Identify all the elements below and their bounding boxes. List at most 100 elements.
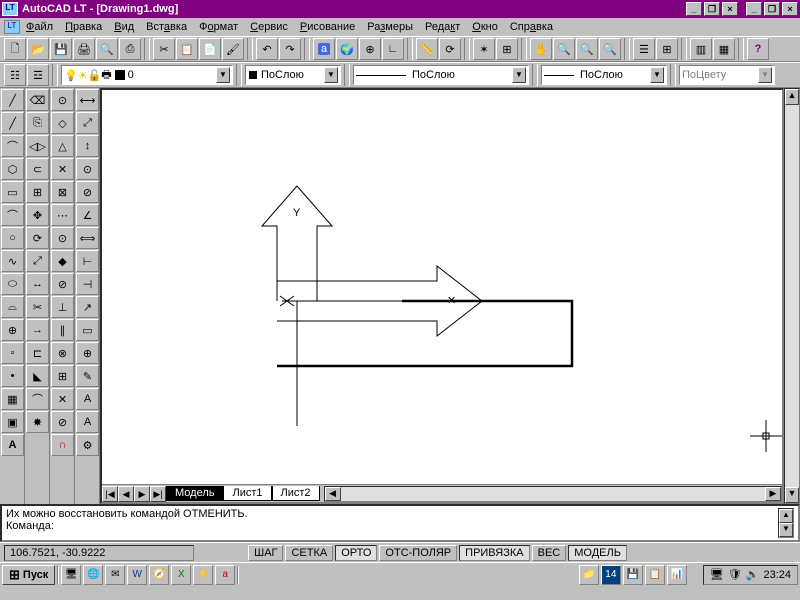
save-button[interactable]: 💾 <box>50 38 72 60</box>
color-dropdown[interactable]: ПоСлою ▼ <box>245 65 341 85</box>
scroll-up-button[interactable]: ▲ <box>785 89 799 105</box>
snapfrom-button[interactable]: ⊙ <box>51 89 74 111</box>
hatch-button[interactable]: ▦ <box>1 388 24 410</box>
nview-button[interactable]: ⊞ <box>496 38 518 60</box>
menu-help[interactable]: Справка <box>510 21 553 33</box>
task-app3[interactable]: 💾 <box>623 565 643 585</box>
osnap-button[interactable]: ⊕ <box>359 38 381 60</box>
intersect-button[interactable]: ✕ <box>51 158 74 180</box>
command-scrollbar[interactable]: ▲ ▼ <box>778 508 794 538</box>
region-button[interactable]: ▣ <box>1 411 24 433</box>
osettings-button[interactable]: ∩ <box>51 434 74 456</box>
copy-obj-button[interactable]: ⎘ <box>26 112 49 134</box>
dimtedit-button[interactable]: A <box>76 388 99 410</box>
doc-minimize-button[interactable]: _ <box>686 2 702 16</box>
dimcont-button[interactable]: ⊣ <box>76 273 99 295</box>
cmd-scroll-down[interactable]: ▼ <box>779 523 793 537</box>
offset-button[interactable]: ⊂ <box>26 158 49 180</box>
tab-sheet1[interactable]: Лист1 <box>223 486 271 501</box>
ortho-toggle[interactable]: ОРТО <box>335 545 377 561</box>
layer-manager-button[interactable]: ☷ <box>4 64 26 86</box>
quadrant-button[interactable]: ◆ <box>51 250 74 272</box>
menu-view[interactable]: Вид <box>114 21 134 33</box>
publish-button[interactable]: ⎙ <box>119 38 141 60</box>
dcenter-button[interactable]: ⊞ <box>656 38 678 60</box>
layer-dropdown[interactable]: 💡 ☀ 🔓 🖶 0 ▼ <box>61 65 233 85</box>
layer-prev-button[interactable]: ☲ <box>27 64 49 86</box>
lwt-toggle[interactable]: ВЕС <box>532 545 567 561</box>
drawing-canvas[interactable]: Y ✕ |◀ ◀ ▶ ▶| Модель Лист1 Лист2 ◀ <box>100 88 784 504</box>
point-button[interactable]: ✶ <box>473 38 495 60</box>
tangent-button[interactable]: ⊘ <box>51 273 74 295</box>
open-button[interactable]: 📂 <box>27 38 49 60</box>
xline-button[interactable]: ╱ <box>1 112 24 134</box>
tab-prev-button[interactable]: ◀ <box>118 486 134 502</box>
app-restore-button[interactable]: ❐ <box>764 2 780 16</box>
insert2-button[interactable]: ⊞ <box>51 365 74 387</box>
cut-button[interactable]: ✂ <box>153 38 175 60</box>
ellipse-button[interactable]: ⬭ <box>1 273 24 295</box>
doc-icon[interactable]: LT <box>4 20 20 34</box>
menu-draw[interactable]: Рисование <box>300 21 355 33</box>
stretch-button[interactable]: ↔ <box>26 273 49 295</box>
insert-button[interactable]: ⊕ <box>1 319 24 341</box>
dimupd-button[interactable]: A <box>76 411 99 433</box>
tray-icon1[interactable]: 🖥 <box>710 568 724 581</box>
mirror-button[interactable]: ◁▷ <box>26 135 49 157</box>
qdim-button[interactable]: ⟺ <box>76 227 99 249</box>
task-app4[interactable]: 📋 <box>645 565 665 585</box>
preview-button[interactable]: 🔍 <box>96 38 118 60</box>
copy-button[interactable]: 📋 <box>176 38 198 60</box>
dimang-button[interactable]: ∠ <box>76 204 99 226</box>
redo-button[interactable]: ↷ <box>279 38 301 60</box>
dropdown-arrow-icon[interactable]: ▼ <box>324 67 338 83</box>
erase-button[interactable]: ⌫ <box>26 89 49 111</box>
quick-word[interactable]: W <box>127 565 147 585</box>
paste-button[interactable]: 📄 <box>199 38 221 60</box>
new-button[interactable]: 🗋 <box>4 38 26 60</box>
qleader-button[interactable]: ↗ <box>76 296 99 318</box>
browser-button[interactable]: 🌍 <box>336 38 358 60</box>
scroll-left-button[interactable]: ◀ <box>325 487 341 501</box>
dimstyle-button[interactable]: ⚙ <box>76 434 99 456</box>
menu-format[interactable]: Формат <box>199 21 238 33</box>
task-app1[interactable]: 📁 <box>579 565 599 585</box>
dropdown-arrow-icon[interactable]: ▼ <box>216 67 230 83</box>
quick-winamp[interactable]: ⚡ <box>193 565 213 585</box>
tab-next-button[interactable]: ▶ <box>134 486 150 502</box>
nearest-button[interactable]: ✕ <box>51 388 74 410</box>
menu-file[interactable]: ФФайлайл <box>26 21 53 33</box>
earc-button[interactable]: ⌓ <box>1 296 24 318</box>
block-button[interactable]: ▫ <box>1 342 24 364</box>
tab-first-button[interactable]: |◀ <box>102 486 118 502</box>
snap-toggle[interactable]: ШАГ <box>248 545 283 561</box>
cmd-scroll-up[interactable]: ▲ <box>779 509 793 523</box>
today-button[interactable]: a <box>313 38 335 60</box>
quick-desktop[interactable]: 🖥 <box>61 565 81 585</box>
midpoint-button[interactable]: △ <box>51 135 74 157</box>
tab-model[interactable]: Модель <box>166 486 223 501</box>
linetype-dropdown[interactable]: ПоСлою ▼ <box>353 65 529 85</box>
grid-toggle[interactable]: СЕТКА <box>285 545 333 561</box>
dimlin-button[interactable]: ⟷ <box>76 89 99 111</box>
dimrad-button[interactable]: ⊙ <box>76 158 99 180</box>
dropdown-arrow-icon[interactable]: ▼ <box>512 67 526 83</box>
doc-close-button[interactable]: × <box>722 2 738 16</box>
pan-button[interactable]: ✋ <box>530 38 552 60</box>
appint-button[interactable]: ⊠ <box>51 181 74 203</box>
mtext-button[interactable]: A <box>1 434 24 456</box>
tray-clock[interactable]: 23:24 <box>763 569 791 581</box>
rotate-button[interactable]: ⟳ <box>26 227 49 249</box>
extension-button[interactable]: ⋯ <box>51 204 74 226</box>
quick-nav[interactable]: 🧭 <box>149 565 169 585</box>
fillet-button[interactable]: ⌒ <box>26 388 49 410</box>
props-button[interactable]: ☰ <box>633 38 655 60</box>
polygon-button[interactable]: ⬡ <box>1 158 24 180</box>
move-button[interactable]: ✥ <box>26 204 49 226</box>
image-button[interactable]: ▦ <box>713 38 735 60</box>
app-minimize-button[interactable]: _ <box>746 2 762 16</box>
print-button[interactable]: 🖨 <box>73 38 95 60</box>
scroll-down-button[interactable]: ▼ <box>785 487 799 503</box>
quick-ie[interactable]: 🌐 <box>83 565 103 585</box>
zoomrt-button[interactable]: 🔍 <box>553 38 575 60</box>
